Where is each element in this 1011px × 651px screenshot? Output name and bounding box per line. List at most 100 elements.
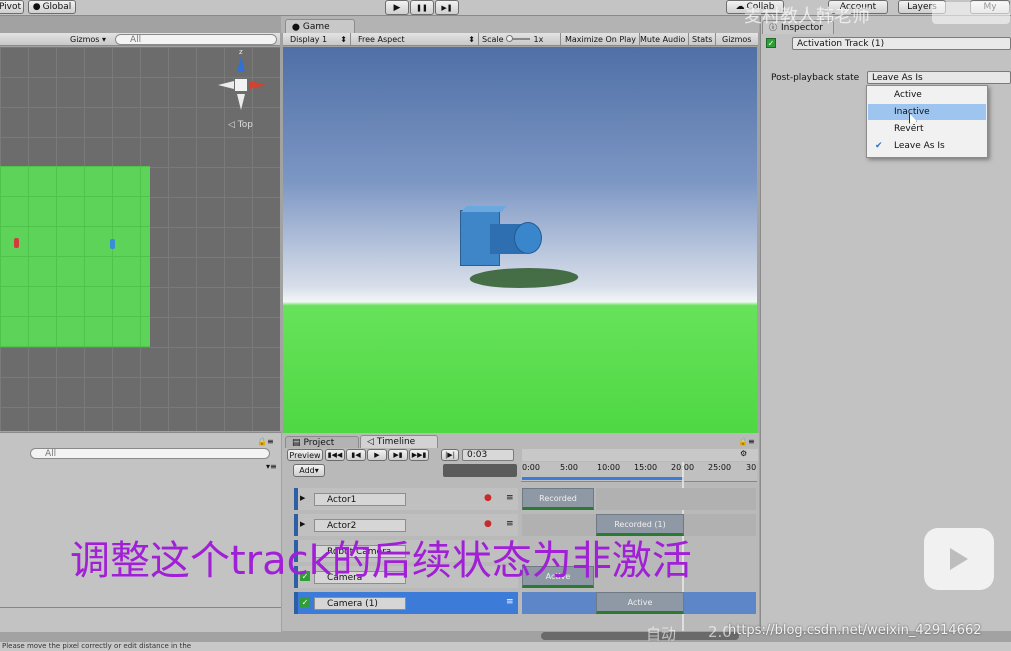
scene-gizmos-menu[interactable]: Gizmos ▾ bbox=[70, 34, 106, 45]
track-row[interactable]: ▶ Actor1 ● ≡ bbox=[294, 488, 518, 510]
track-expand-icon[interactable]: ▶ bbox=[300, 494, 305, 502]
tab-project[interactable]: ▤ Project bbox=[285, 436, 359, 448]
goto-start-button[interactable]: ▮◀◀ bbox=[325, 449, 345, 461]
menu-item-leave-as-is[interactable]: ✔ Leave As Is bbox=[868, 138, 986, 154]
panel-lock-icon[interactable]: 🔒≡ bbox=[257, 437, 274, 446]
watermark-top: 麦村教人韩老师 bbox=[744, 6, 870, 27]
range-button[interactable]: |▶| bbox=[441, 449, 459, 461]
track-menu-icon[interactable]: ≡ bbox=[506, 493, 514, 503]
hierarchy-search-input[interactable]: All bbox=[30, 448, 270, 459]
stats-label: Stats bbox=[692, 34, 713, 44]
ruler-tick-5: 25:00 bbox=[708, 463, 732, 472]
step-button[interactable]: ▶❚ bbox=[435, 0, 459, 15]
gizmo-z-arrow bbox=[237, 56, 245, 72]
cylinder-cap bbox=[514, 222, 542, 254]
track-name-label: Actor1 bbox=[327, 494, 357, 505]
maximize-toggle[interactable]: Maximize On Play bbox=[562, 33, 641, 45]
timeline-clip[interactable]: Recorded bbox=[522, 488, 594, 510]
post-playback-label: Post-playback state bbox=[771, 73, 860, 83]
pivot-label: Pivot bbox=[0, 2, 22, 12]
track-name-box[interactable]: Actor1 bbox=[314, 493, 406, 506]
track-expand-icon[interactable]: ▶ bbox=[300, 520, 305, 528]
ruler-tick-3: 15:00 bbox=[634, 463, 658, 472]
timeline-options-bar bbox=[522, 449, 758, 461]
pause-button[interactable]: ❚❚ bbox=[410, 0, 434, 15]
global-button[interactable]: ● Global bbox=[28, 0, 76, 14]
scene-orientation-gizmo[interactable]: z bbox=[218, 48, 270, 112]
track-name-field[interactable]: Activation Track (1) bbox=[792, 37, 1011, 50]
tab-timeline[interactable]: ◁ Timeline bbox=[360, 435, 438, 448]
scale-label: Scale bbox=[482, 34, 504, 44]
track-name-box[interactable]: Camera (1) bbox=[314, 597, 406, 610]
display-select[interactable]: Display 1 ⬍ bbox=[287, 33, 351, 45]
ruler-tick-0: 0:00 bbox=[522, 463, 540, 472]
check-icon: ✔ bbox=[875, 141, 883, 151]
display-label: Display 1 bbox=[290, 34, 328, 44]
record-icon[interactable]: ● bbox=[484, 493, 492, 503]
track-enabled-checkbox[interactable]: ✓ bbox=[766, 38, 776, 48]
hierarchy-search-placeholder: All bbox=[45, 448, 57, 459]
prev-frame-button[interactable]: ▮◀ bbox=[346, 449, 366, 461]
maximize-label: Maximize On Play bbox=[565, 34, 637, 44]
gizmo-neg-y-arrow bbox=[237, 94, 245, 110]
menu-item-active[interactable]: Active bbox=[868, 87, 986, 103]
hierarchy-menu-icon[interactable]: ▾≡ bbox=[266, 462, 277, 471]
track-active-checkbox[interactable]: ✓ bbox=[300, 597, 310, 607]
next-frame-button[interactable]: ▶▮ bbox=[388, 449, 408, 461]
status-text: Please move the pixel correctly or edit … bbox=[2, 642, 192, 650]
folder-icon: ▤ bbox=[292, 437, 301, 448]
mute-toggle[interactable]: Mute Audio bbox=[637, 33, 690, 45]
post-playback-dropdown[interactable]: Leave As Is bbox=[867, 71, 1011, 84]
tab-game[interactable]: ⬤ Game bbox=[285, 19, 355, 33]
scale-slider[interactable] bbox=[505, 35, 530, 42]
aspect-select[interactable]: Free Aspect ⬍ bbox=[355, 33, 479, 45]
gizmo-neg-x-arrow bbox=[218, 81, 234, 89]
stats-toggle[interactable]: Stats bbox=[689, 33, 717, 45]
play-overlay-icon[interactable] bbox=[924, 528, 994, 590]
scale-slider-knob[interactable] bbox=[505, 35, 513, 42]
gizmo-z-label: z bbox=[239, 48, 243, 56]
status-bar: Please move the pixel correctly or edit … bbox=[0, 642, 1011, 651]
time-field[interactable]: 0:03 bbox=[462, 449, 514, 461]
game-tab-label: Game bbox=[302, 21, 330, 32]
ruler-tick-6: 30 bbox=[746, 463, 757, 472]
auto-label: 自动 bbox=[646, 625, 677, 643]
goto-end-button[interactable]: ▶▶▮ bbox=[409, 449, 429, 461]
scene-view-label-text: Top bbox=[237, 120, 253, 130]
gizmo-x-arrow bbox=[250, 81, 266, 89]
game-gizmos-toggle[interactable]: Gizmos bbox=[719, 33, 754, 45]
preview-button[interactable]: Preview bbox=[287, 449, 323, 461]
add-track-button[interactable]: Add ▾ bbox=[293, 464, 325, 477]
add-label: Add bbox=[299, 466, 315, 475]
aspect-arrows-icon: ⬍ bbox=[468, 34, 475, 44]
project-tab-label: Project bbox=[303, 437, 335, 448]
ruler-tick-1: 5:00 bbox=[560, 463, 578, 472]
mute-label: Mute Audio bbox=[640, 34, 686, 44]
pause-icon: ❚❚ bbox=[416, 3, 428, 12]
timeline-lock-icon[interactable]: 🔒≡ bbox=[738, 437, 755, 446]
game-gizmos-label: Gizmos bbox=[722, 34, 752, 44]
blue-actor-marker[interactable] bbox=[110, 239, 115, 249]
track-row-selected[interactable]: ✓ Camera (1) ≡ bbox=[294, 592, 518, 614]
bilibili-logo bbox=[932, 2, 1010, 24]
red-actor-marker[interactable] bbox=[14, 238, 19, 248]
menu-item-inactive[interactable]: Inactive bbox=[868, 104, 986, 120]
timeline-clip[interactable]: Active bbox=[596, 592, 684, 614]
track-menu-icon[interactable]: ≡ bbox=[506, 597, 514, 607]
pivot-button[interactable]: Pivot bbox=[0, 0, 24, 14]
timeline-settings-icon[interactable]: ⚙ bbox=[740, 449, 747, 458]
menu-item-revert[interactable]: Revert bbox=[868, 121, 986, 137]
track-mode-buttons[interactable] bbox=[443, 464, 517, 477]
scale-control[interactable]: Scale 1x bbox=[479, 33, 561, 45]
menu-item-active-label: Active bbox=[894, 90, 922, 100]
scale-value: 1x bbox=[533, 34, 544, 44]
timeline-tab-icon: ◁ bbox=[367, 437, 374, 447]
play-icon: ▶ bbox=[393, 2, 401, 13]
scene-search-input[interactable]: All bbox=[115, 34, 277, 45]
game-toolbar: Display 1 ⬍ Free Aspect ⬍ Scale 1x Maximize… bbox=[283, 33, 758, 46]
play-button[interactable]: ▶ bbox=[385, 0, 409, 15]
preview-label: Preview bbox=[289, 450, 321, 460]
track-lane[interactable] bbox=[596, 488, 756, 510]
menu-item-inactive-label: Inactive bbox=[894, 107, 930, 117]
timeline-play-button[interactable]: ▶ bbox=[367, 449, 387, 461]
